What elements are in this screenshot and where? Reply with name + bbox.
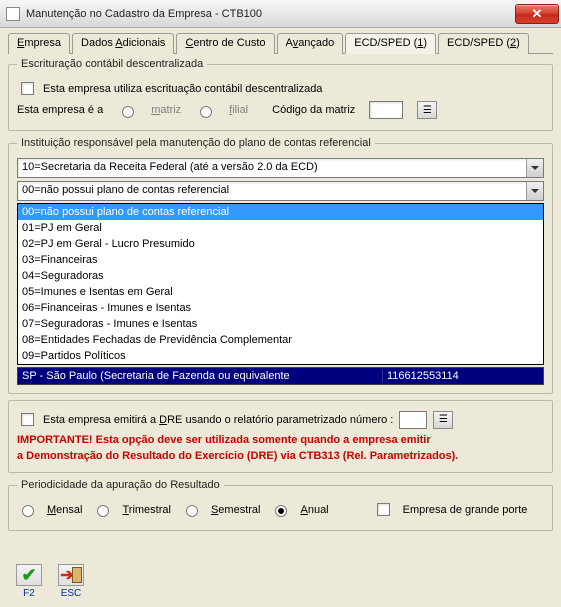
dropdown-option[interactable]: 04=Seguradoras: [18, 268, 543, 284]
btn-lookup-dre[interactable]: ☰: [433, 411, 453, 429]
group-instituicao-legend: Instituição responsável pela manutenção …: [17, 137, 375, 149]
group-periodicidade-legend: Periodicidade da apuração do Resultado: [17, 479, 224, 491]
lbl-codigo-matriz: Código da matriz: [272, 104, 355, 116]
dropdown-option[interactable]: 08=Entidades Fechadas de Previdência Com…: [18, 332, 543, 348]
dropdown-option[interactable]: 05=Imunes e Isentas em Geral: [18, 284, 543, 300]
tab-empresa[interactable]: Empresa: [8, 33, 70, 54]
dropdown-option[interactable]: 02=PJ em Geral - Lucro Presumido: [18, 236, 543, 252]
chk-escrituracao-descentralizada[interactable]: [21, 82, 34, 95]
tab-strip: Empresa Dados Adicionais Centro de Custo…: [8, 32, 553, 54]
exit-icon: ➔: [60, 565, 81, 585]
group-escrituracao: Escrituração contábil descentralizada Es…: [8, 58, 553, 131]
dropdown-option[interactable]: 03=Financeiras: [18, 252, 543, 268]
input-codigo-matriz[interactable]: [369, 101, 403, 119]
lbl-dre: Esta empresa emitirá a DRE usando o rela…: [43, 414, 393, 426]
lbl-grande-porte: Empresa de grande porte: [403, 504, 528, 516]
lbl-esc: ESC: [61, 588, 82, 599]
data-row-sp[interactable]: SP - São Paulo (Secretaria de Fazenda ou…: [17, 367, 544, 385]
radio-matriz: [122, 106, 134, 118]
lbl-tipo-empresa: Esta empresa é a: [17, 104, 103, 116]
combo-plano-contas-value: 00=não possui plano de contas referencia…: [18, 182, 526, 200]
close-button[interactable]: ✕: [515, 4, 559, 24]
group-escrituracao-legend: Escrituração contábil descentralizada: [17, 58, 207, 70]
tab-centro-custo[interactable]: Centro de Custo: [176, 33, 274, 54]
chk-escrituracao-label: Esta empresa utiliza escrituação contábi…: [43, 83, 322, 95]
window-title: Manutenção no Cadastro da Empresa - CTB1…: [26, 8, 515, 20]
lbl-trimestral: Trimestral: [122, 504, 170, 516]
lbl-f2: F2: [23, 588, 35, 599]
lbl-mensal: Mensal: [47, 504, 82, 516]
check-icon: ✔: [21, 565, 36, 586]
data-row-label: SP - São Paulo (Secretaria de Fazenda ou…: [18, 370, 383, 382]
warning-line-1: IMPORTANTE! Esta opção deve ser utilizad…: [17, 432, 544, 448]
lbl-filial: filial: [229, 104, 248, 116]
radio-filial: [200, 106, 212, 118]
combo-instituicao[interactable]: 10=Secretaria da Receita Federal (até a …: [17, 158, 544, 178]
group-dre: Esta empresa emitirá a DRE usando o rela…: [8, 400, 553, 473]
group-instituicao: Instituição responsável pela manutenção …: [8, 137, 553, 394]
dropdown-option[interactable]: 00=não possui plano de contas referencia…: [18, 204, 543, 220]
input-dre-numero[interactable]: [399, 411, 427, 429]
btn-confirm-f2[interactable]: ✔ F2: [16, 564, 42, 599]
combo-instituicao-btn[interactable]: [526, 159, 543, 177]
radio-anual[interactable]: [275, 505, 287, 517]
btn-exit-esc[interactable]: ➔ ESC: [58, 564, 84, 599]
combo-plano-contas-dropdown[interactable]: 00=não possui plano de contas referencia…: [17, 203, 544, 365]
tab-ecd-sped-2[interactable]: ECD/SPED (2): [438, 33, 529, 54]
btn-lookup-matriz[interactable]: ☰: [417, 101, 437, 119]
app-icon: [6, 7, 20, 21]
combo-plano-contas[interactable]: 00=não possui plano de contas referencia…: [17, 181, 544, 201]
radio-trimestral[interactable]: [97, 505, 109, 517]
tab-dados-adicionais[interactable]: Dados Adicionais: [72, 33, 174, 54]
combo-instituicao-value: 10=Secretaria da Receita Federal (até a …: [18, 159, 526, 177]
dropdown-option[interactable]: 07=Seguradoras - Imunes e Isentas: [18, 316, 543, 332]
group-periodicidade: Periodicidade da apuração do Resultado M…: [8, 479, 553, 531]
combo-plano-contas-btn[interactable]: [526, 182, 543, 200]
lookup-icon: ☰: [423, 105, 432, 116]
lookup-icon: ☰: [439, 414, 448, 425]
chk-dre[interactable]: [21, 413, 34, 426]
lbl-anual: Anual: [300, 504, 328, 516]
warning-line-2: a Demonstração do Resultado do Exercício…: [17, 448, 544, 464]
chk-grande-porte[interactable]: [377, 503, 390, 516]
dropdown-option[interactable]: 01=PJ em Geral: [18, 220, 543, 236]
lbl-matriz: matriz: [151, 104, 181, 116]
close-icon: ✕: [532, 6, 543, 22]
tab-ecd-sped-1[interactable]: ECD/SPED (1): [345, 33, 436, 54]
tab-avancado[interactable]: Avançado: [277, 33, 344, 54]
radio-semestral[interactable]: [186, 505, 198, 517]
radio-mensal[interactable]: [22, 505, 34, 517]
dropdown-option[interactable]: 06=Financeiras - Imunes e Isentas: [18, 300, 543, 316]
data-row-value: 116612553114: [383, 370, 543, 382]
lbl-semestral: Semestral: [211, 504, 261, 516]
dropdown-option[interactable]: 09=Partidos Políticos: [18, 348, 543, 364]
